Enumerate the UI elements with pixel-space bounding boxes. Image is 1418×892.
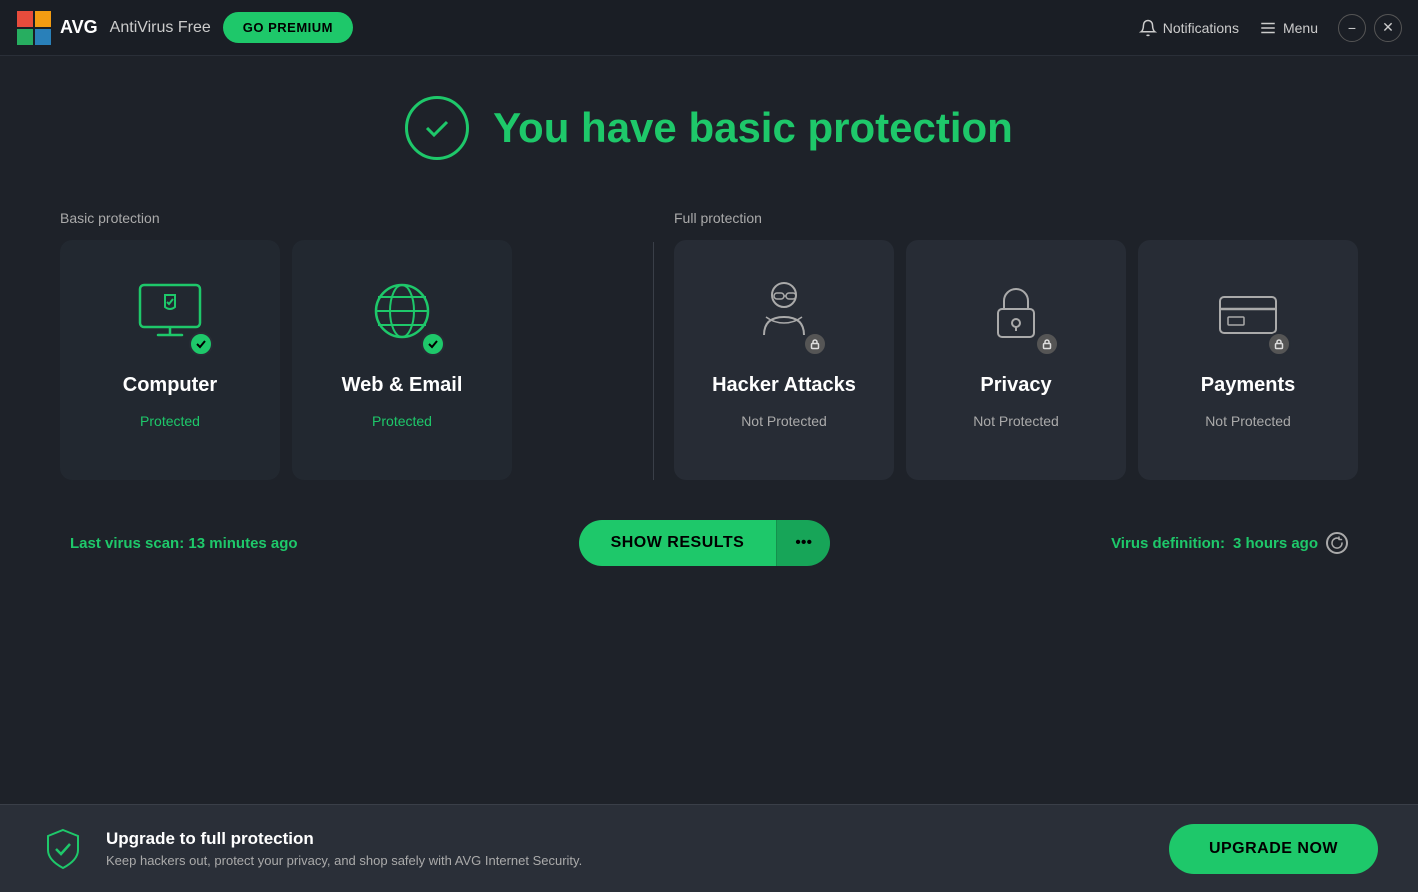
basic-protection-cards: Computer Protected [60,240,633,480]
menu-button[interactable]: Menu [1259,19,1318,37]
avg-logo: AVG [16,10,98,46]
upgrade-description: Keep hackers out, protect your privacy, … [106,853,582,868]
payments-card-status: Not Protected [1205,413,1291,429]
privacy-card-name: Privacy [980,374,1051,397]
web-email-check-badge [421,332,445,356]
computer-card-name: Computer [123,374,217,397]
web-email-card[interactable]: Web & Email Protected [292,240,512,480]
upgrade-now-button[interactable]: UPGRADE NOW [1169,824,1378,874]
virus-def-time: 3 hours ago [1233,535,1318,552]
computer-card-status: Protected [140,413,200,429]
hero-title-prefix: You have [493,104,688,151]
upgrade-left: Upgrade to full protection Keep hackers … [40,826,582,872]
hacker-attacks-card[interactable]: Hacker Attacks Not Protected [674,240,894,480]
titlebar-left: AVG AntiVirus Free GO PREMIUM [16,10,353,46]
payments-card-name: Payments [1201,374,1296,397]
payments-card[interactable]: Payments Not Protected [1138,240,1358,480]
basic-protection-section: Basic protection [60,210,633,480]
virus-definition-info: Virus definition: 3 hours ago [1111,532,1348,554]
computer-icon-wrapper [125,268,215,358]
payments-lock-badge [1267,332,1291,356]
basic-protection-label: Basic protection [60,210,633,226]
minimize-button[interactable]: − [1338,14,1366,42]
web-email-card-status: Protected [372,413,432,429]
hacker-lock-badge [803,332,827,356]
upgrade-title: Upgrade to full protection [106,829,582,849]
computer-check-badge [189,332,213,356]
last-scan-info: Last virus scan: 13 minutes ago [70,535,298,552]
full-protection-section: Full protection [674,210,1358,480]
hacker-attacks-icon-wrapper [739,268,829,358]
window-controls: − ✕ [1338,14,1402,42]
hero-title: You have basic protection [493,104,1013,152]
web-email-icon-wrapper [357,268,447,358]
scan-more-button[interactable]: ••• [776,520,830,566]
privacy-lock-badge [1035,332,1059,356]
avg-logo-icon [16,10,52,46]
computer-card[interactable]: Computer Protected [60,240,280,480]
scan-bar: Last virus scan: 13 minutes ago SHOW RES… [60,520,1358,566]
hacker-attacks-card-status: Not Protected [741,413,827,429]
last-scan-label: Last virus scan: [70,535,188,552]
full-protection-cards: Hacker Attacks Not Protected [674,240,1358,480]
web-email-card-name: Web & Email [342,374,463,397]
hero-section: You have basic protection [60,96,1358,160]
titlebar: AVG AntiVirus Free GO PREMIUM Notificati… [0,0,1418,56]
titlebar-right: Notifications Menu − ✕ [1139,14,1402,42]
section-divider [653,242,654,480]
full-protection-label: Full protection [674,210,1358,226]
virus-def-label: Virus definition: [1111,535,1225,552]
upgrade-banner: Upgrade to full protection Keep hackers … [0,804,1418,892]
hero-title-highlight: basic protection [688,104,1012,151]
hero-check-icon [405,96,469,160]
protection-wrapper: Basic protection [60,210,1358,480]
close-button[interactable]: ✕ [1374,14,1402,42]
privacy-card[interactable]: Privacy Not Protected [906,240,1126,480]
last-scan-time: 13 minutes ago [188,535,297,552]
notifications-button[interactable]: Notifications [1139,19,1239,37]
refresh-button[interactable] [1326,532,1348,554]
payments-icon-wrapper [1203,268,1293,358]
upgrade-shield-icon [40,826,86,872]
app-subtitle: AntiVirus Free [110,19,211,37]
main-content: You have basic protection Basic protecti… [0,56,1418,586]
bell-icon [1139,19,1157,37]
show-results-button[interactable]: SHOW RESULTS [579,520,777,566]
privacy-card-status: Not Protected [973,413,1059,429]
menu-label: Menu [1283,20,1318,36]
avg-logo-text: AVG [60,17,98,38]
go-premium-button[interactable]: GO PREMIUM [223,12,353,43]
upgrade-text: Upgrade to full protection Keep hackers … [106,829,582,868]
scan-buttons: SHOW RESULTS ••• [579,520,831,566]
notifications-label: Notifications [1163,20,1239,36]
menu-icon [1259,19,1277,37]
privacy-icon-wrapper [971,268,1061,358]
hacker-attacks-card-name: Hacker Attacks [712,374,856,397]
